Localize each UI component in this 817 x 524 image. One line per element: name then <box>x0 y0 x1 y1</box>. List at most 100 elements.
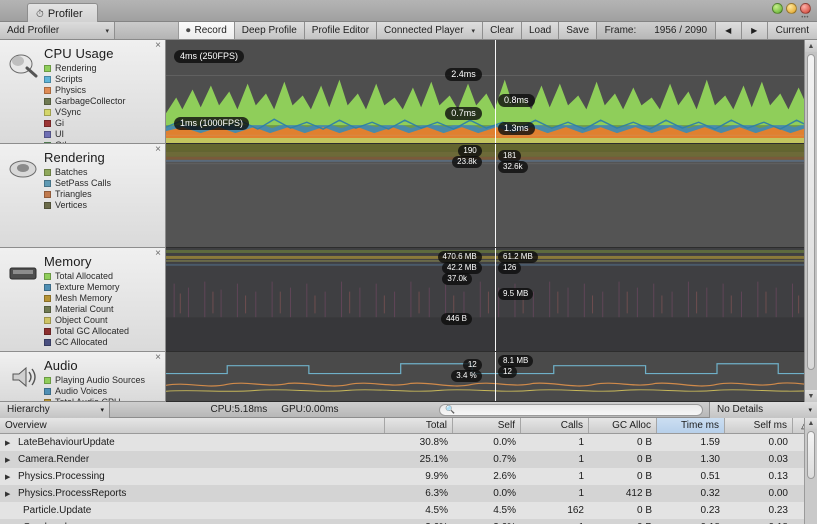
scroll-down-icon[interactable]: ▼ <box>805 390 817 402</box>
legend-item[interactable]: GarbageCollector <box>44 96 165 107</box>
legend-label: Object Count <box>55 315 108 325</box>
table-scroll-thumb[interactable] <box>807 431 815 479</box>
next-frame-button[interactable]: ▶ <box>741 22 768 39</box>
connected-player-dropdown[interactable]: Connected Player ▾ <box>377 22 484 39</box>
deep-profile-button[interactable]: Deep Profile <box>234 22 305 39</box>
row-label: LateBehaviourUpdate <box>18 437 115 448</box>
load-button[interactable]: Load <box>521 22 560 39</box>
prev-frame-button[interactable]: ◀ <box>715 22 742 39</box>
column-header-time-ms[interactable]: Time ms <box>657 418 725 433</box>
column-header-overview[interactable]: Overview <box>0 418 385 433</box>
playhead-cpu[interactable] <box>494 40 496 143</box>
playhead-memory[interactable] <box>494 248 496 351</box>
zoom-button[interactable] <box>786 3 797 14</box>
charts-scrollbar[interactable]: ▲ ▼ <box>804 40 817 402</box>
legend-items-memory: Total Allocated Texture Memory Mesh Memo… <box>44 271 165 348</box>
right-arrow-icon: ▶ <box>751 26 758 35</box>
legend-item[interactable]: VSync <box>44 107 165 118</box>
legend-item[interactable]: Object Count <box>44 315 165 326</box>
legend-item[interactable]: Texture Memory <box>44 282 165 293</box>
graph-rendering[interactable]: 190 23.8k 181 32.6k <box>166 144 817 248</box>
legend-swatch <box>44 191 51 198</box>
legend-label: Scripts <box>55 74 83 84</box>
legend-item[interactable]: Batches <box>44 167 165 178</box>
cell-total: 9.9% <box>425 471 448 482</box>
chevron-down-icon: ▾ <box>471 27 476 35</box>
close-icon[interactable]: × <box>155 41 161 51</box>
legend-item[interactable]: SetPass Calls <box>44 178 165 189</box>
column-header-calls[interactable]: Calls <box>521 418 589 433</box>
expand-triangle-icon[interactable]: ▶ <box>5 490 13 498</box>
column-header-self[interactable]: Self <box>453 418 521 433</box>
cursor-label-rendering-right-1: 32.6k <box>498 161 528 173</box>
legend-item[interactable]: Scripts <box>44 74 165 85</box>
add-profiler-dropdown[interactable]: Add Profiler ▾ <box>0 22 115 39</box>
row-name-cell[interactable]: ▶ Physics.ProcessReports <box>0 488 385 499</box>
expand-triangle-icon[interactable]: ▶ <box>5 456 13 464</box>
table-row[interactable]: ▶ Camera.Render 25.1% 0.7% 1 0 B 1.30 0.0… <box>0 451 817 468</box>
tab-label: Profiler <box>47 8 83 20</box>
playhead-rendering[interactable] <box>494 144 496 247</box>
table-row[interactable]: Overhead 3.6% 3.6% 1 0 B 0.18 0.18 <box>0 519 817 524</box>
row-name-cell[interactable]: Particle.Update <box>0 505 385 516</box>
legend-item[interactable]: Gi <box>44 118 165 129</box>
legend-item[interactable]: UI <box>44 129 165 140</box>
cell-self: 0.7% <box>493 454 516 465</box>
expand-triangle-icon[interactable]: ▶ <box>5 439 13 447</box>
table-row[interactable]: ▶ Physics.Processing 9.9% 2.6% 1 0 B 0.51… <box>0 468 817 485</box>
chart-cpu-usage: × CPU Usage Rendering Scripts Physics Ga… <box>0 40 817 144</box>
chart-rendering: × Rendering Batches SetPass Calls Triang… <box>0 144 817 248</box>
profile-editor-button[interactable]: Profile Editor <box>304 22 378 39</box>
tab-profiler[interactable]: ⏱ Profiler <box>27 3 98 22</box>
legend-swatch <box>44 109 51 116</box>
cpu-icon <box>6 50 40 80</box>
charts-scroll-thumb[interactable] <box>807 54 815 370</box>
save-button[interactable]: Save <box>559 22 598 39</box>
profile-editor-label: Profile Editor <box>311 25 370 36</box>
legend-item[interactable]: Vertices <box>44 200 165 211</box>
minimize-button[interactable] <box>772 3 783 14</box>
close-icon[interactable]: × <box>155 249 161 259</box>
graph-memory[interactable]: 470.6 MB 42.2 MB 37.0k 446 B 61.2 MB 126… <box>166 248 817 352</box>
close-icon[interactable]: × <box>155 353 161 363</box>
table-row[interactable]: ▶ Physics.ProcessReports 6.3% 0.0% 1 412 … <box>0 485 817 502</box>
table-row[interactable]: Particle.Update 4.5% 4.5% 162 0 B 0.23 0… <box>0 502 817 519</box>
legend-item[interactable]: Triangles <box>44 189 165 200</box>
close-icon[interactable]: × <box>155 145 161 155</box>
current-frame-button[interactable]: Current <box>767 22 817 39</box>
table-scroll-up-icon[interactable]: ▲ <box>805 418 817 429</box>
column-header-self-ms[interactable]: Self ms <box>725 418 793 433</box>
graph-audio[interactable]: 12 3.4 % 8.1 MB 12 <box>166 352 817 402</box>
close-button[interactable] <box>800 3 811 14</box>
legend-item[interactable]: GC Allocated <box>44 337 165 348</box>
legend-item[interactable]: Total Allocated <box>44 271 165 282</box>
connected-player-label: Connected Player <box>384 25 464 36</box>
load-label: Load <box>528 25 552 36</box>
legend-item[interactable]: Material Count <box>44 304 165 315</box>
row-name-cell[interactable]: ▶ Physics.Processing <box>0 471 385 482</box>
legend-item[interactable]: Physics <box>44 85 165 96</box>
scroll-up-icon[interactable]: ▲ <box>805 40 817 52</box>
details-dropdown[interactable]: No Details ▾ <box>709 401 817 418</box>
legend-item[interactable]: Total GC Allocated <box>44 326 165 337</box>
playhead-audio[interactable] <box>494 352 496 401</box>
table-scrollbar[interactable]: ▲ <box>804 418 817 524</box>
legend-item[interactable]: Mesh Memory <box>44 293 165 304</box>
clear-button[interactable]: Clear <box>483 22 522 39</box>
column-header-gc-alloc[interactable]: GC Alloc <box>589 418 657 433</box>
legend-item[interactable]: Rendering <box>44 63 165 74</box>
column-header-total[interactable]: Total <box>385 418 453 433</box>
row-name-cell[interactable]: ▶ Camera.Render <box>0 454 385 465</box>
expand-triangle-icon[interactable]: ▶ <box>5 473 13 481</box>
legend-label: Texture Memory <box>55 282 120 292</box>
legend-item[interactable]: Audio Voices <box>44 386 165 397</box>
search-input[interactable]: 🔍 <box>439 403 703 416</box>
table-row[interactable]: ▶ LateBehaviourUpdate 30.8% 0.0% 1 0 B 1.… <box>0 434 817 451</box>
graph-audio-svg <box>166 352 817 401</box>
record-button[interactable]: ⏺ Record <box>179 22 235 39</box>
graph-cpu-usage[interactable]: 4ms (250FPS) 1ms (1000FPS) 2.4ms 0.7ms 0… <box>166 40 817 144</box>
row-name-cell[interactable]: ▶ LateBehaviourUpdate <box>0 437 385 448</box>
cell-gc-alloc: 0 B <box>636 505 652 516</box>
legend-item[interactable]: Playing Audio Sources <box>44 375 165 386</box>
hierarchy-mode-dropdown[interactable]: Hierarchy ▾ <box>0 401 110 418</box>
